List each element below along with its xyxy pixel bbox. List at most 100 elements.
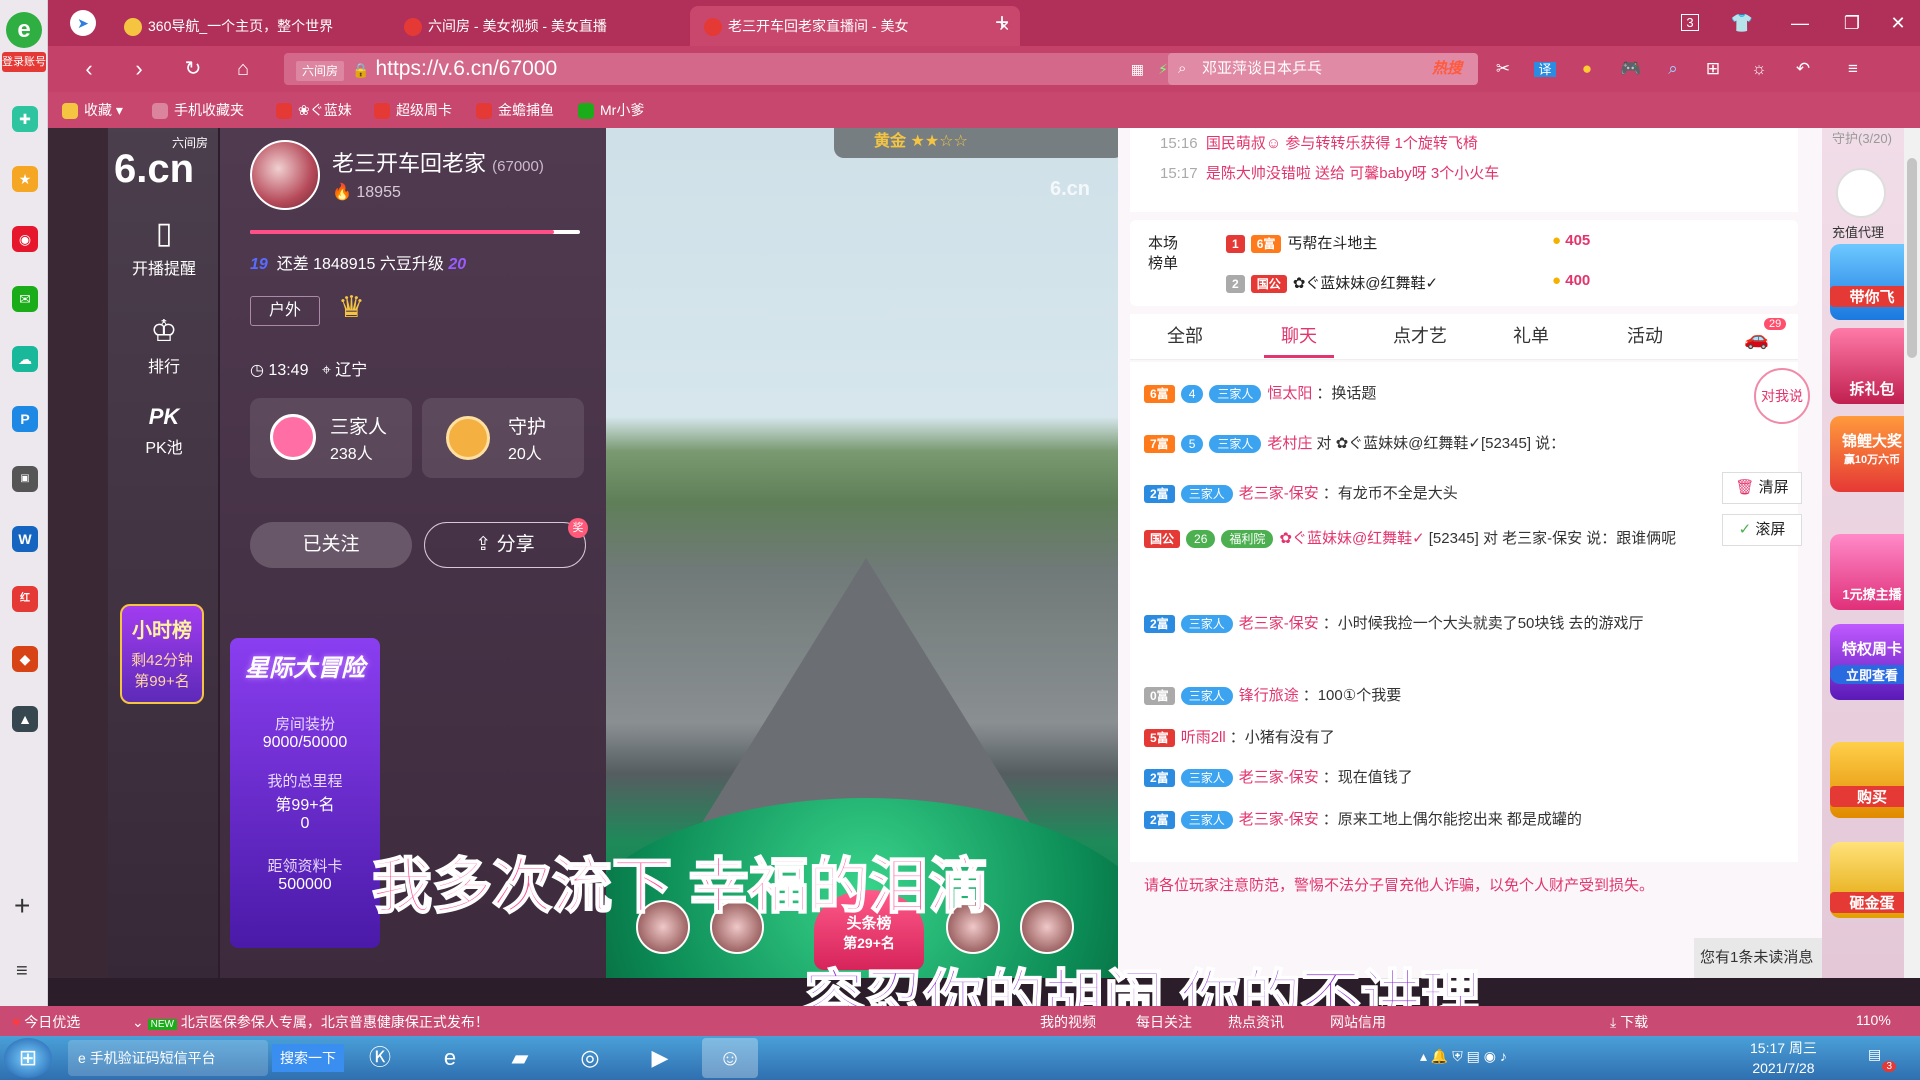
tab-360-nav[interactable]: 360导航_一个主页，整个世界 xyxy=(110,6,380,46)
status-my-video[interactable]: 我的视频 xyxy=(1040,1012,1096,1032)
gamepad-icon[interactable]: 🎮 xyxy=(1616,56,1646,82)
viewer-avatar[interactable] xyxy=(1020,900,1074,954)
favorites-star-icon[interactable]: ★ xyxy=(12,166,38,192)
new-tab-button[interactable]: + xyxy=(988,10,1016,36)
tray-icons[interactable]: ▴ 🔔 ⛨ ▤ ◉ ♪ xyxy=(1420,1048,1507,1065)
promo-koi[interactable]: 锦鲤大奖 赢10万六币 xyxy=(1830,416,1914,492)
status-daily-follow[interactable]: 每日关注 xyxy=(1136,1012,1192,1032)
category-tag[interactable]: 户外 xyxy=(250,296,320,326)
auto-scroll-button[interactable]: ✓ 滚屏 xyxy=(1722,514,1802,546)
add-app-icon[interactable]: + xyxy=(14,890,30,922)
minimize-button[interactable]: — xyxy=(1786,10,1814,36)
tab-6cn[interactable]: 六间房 - 美女视频 - 美女直播 xyxy=(390,6,676,46)
game-icon[interactable]: ◆ xyxy=(12,646,38,672)
bookmark-fishing[interactable]: 金蟾捕鱼 xyxy=(476,92,554,128)
anchor-avatar[interactable] xyxy=(250,140,320,210)
nav-live-reminder[interactable]: ▯ 开播提醒 xyxy=(108,216,220,279)
bookmark-lanmei[interactable]: ❀ぐ蓝妹 xyxy=(276,92,352,128)
chat-message[interactable]: 7富 5 三家人 老村庄对 ✿ぐ蓝妹妹@红舞鞋✓[52345] 说： xyxy=(1144,432,1565,454)
folder-icon[interactable]: ▰ xyxy=(492,1038,548,1078)
nav-pk-pool[interactable]: PK PK池 xyxy=(108,404,220,458)
status-hot-news[interactable]: 热点资讯 xyxy=(1228,1012,1284,1032)
translate-button[interactable]: 译 xyxy=(1534,62,1556,77)
nav-compass-icon[interactable]: ➤ xyxy=(70,10,96,36)
family-button[interactable]: 三家人 238人 xyxy=(250,398,412,478)
chat-message[interactable]: 2富 三家人 老三家-保安 ：小时候我捡一个大头就卖了50块钱 去的游戏厅 xyxy=(1144,612,1644,634)
close-window-button[interactable]: ✕ xyxy=(1884,10,1912,36)
vertical-scrollbar[interactable] xyxy=(1904,128,1920,978)
p-app-icon[interactable]: P xyxy=(12,406,38,432)
promo-golden-egg[interactable]: 砸金蛋 xyxy=(1830,842,1914,918)
news-ticker[interactable]: ⌄ NEW 北京医保参保人专属，北京普惠健康保正式发布！ xyxy=(132,1012,489,1032)
tab-live-room[interactable]: 老三开车回老家直播间 - 美女 ✕ xyxy=(690,6,1020,46)
chat-message[interactable]: 2富 三家人 老三家-保安 ：有龙币不全是大头 xyxy=(1144,482,1458,504)
site-logo[interactable]: 六间房 6.cn xyxy=(114,134,214,189)
clear-screen-button[interactable]: 🗑 清屏 xyxy=(1722,472,1802,504)
k-app-icon[interactable]: Ⓚ xyxy=(352,1038,408,1078)
back-button[interactable]: ‹ xyxy=(74,56,104,82)
skin-shirt-icon[interactable]: 👕 xyxy=(1728,10,1756,36)
followed-button[interactable]: 已关注 xyxy=(250,522,412,568)
home-button[interactable]: ⌂ xyxy=(228,56,258,82)
notification-icon[interactable]: ▤ 3 xyxy=(1868,1046,1896,1072)
chat-message[interactable]: 5富 听雨2ll ：小猪有没有了 xyxy=(1144,726,1335,748)
bookmark-mobile[interactable]: 手机收藏夹 xyxy=(152,92,244,128)
ie-browser-icon[interactable]: e xyxy=(422,1038,478,1078)
cloud-icon[interactable]: ☁ xyxy=(12,346,38,372)
tab-chat[interactable]: 聊天 xyxy=(1264,314,1334,358)
app-avatar-icon[interactable]: ☺ xyxy=(702,1038,758,1078)
video-player-icon[interactable]: ▶ xyxy=(632,1038,688,1078)
share-button[interactable]: ⇪ 分享 xyxy=(424,522,586,568)
unread-message-bar[interactable]: 您有1条未读消息 xyxy=(1694,938,1822,978)
login-button[interactable]: 登录账号 xyxy=(2,52,46,72)
promo-gift-pack[interactable]: 拆礼包 xyxy=(1830,328,1914,404)
medal-icon[interactable]: ♛ xyxy=(338,290,365,325)
brightness-icon[interactable]: ☼ xyxy=(1744,56,1774,82)
start-button[interactable]: ⊞ xyxy=(4,1038,52,1078)
guard-avatar[interactable] xyxy=(1836,168,1886,218)
magnifier-icon[interactable]: ⌕ xyxy=(1658,56,1688,82)
chat-message[interactable]: 6富 4 三家人 恒太阳 ：换话题 xyxy=(1144,382,1376,404)
chat-message[interactable]: 0富 三家人 锋行旅途 ：100①个我要 xyxy=(1144,684,1401,706)
taskbar-search-button[interactable]: 搜索一下 xyxy=(272,1044,344,1072)
tab-activity[interactable]: 活动 xyxy=(1610,314,1680,358)
game2-icon[interactable]: ▲ xyxy=(12,706,38,732)
zoom-level[interactable]: 110% xyxy=(1856,1012,1891,1028)
coin-icon[interactable]: ● xyxy=(1572,56,1602,82)
search-input[interactable]: ⌕ 邓亚萍谈日本乒乓 热搜 xyxy=(1168,53,1478,85)
tab-gift-list[interactable]: 礼单 xyxy=(1496,314,1566,358)
promo-buy[interactable]: 购买 xyxy=(1830,742,1914,818)
qr-icon[interactable]: ▦ xyxy=(1131,53,1144,85)
apps-grid-icon[interactable]: ⊞ xyxy=(1698,56,1728,82)
undo-icon[interactable]: ↶ xyxy=(1788,56,1818,82)
bookmark-favorites[interactable]: 收藏 ▾ xyxy=(62,92,123,128)
forward-button[interactable]: › xyxy=(124,56,154,82)
speed-icon[interactable]: ⚡ xyxy=(1158,53,1168,85)
restore-button[interactable]: ❐ xyxy=(1838,10,1866,36)
clock[interactable]: 15:17 周三 2021/7/28 xyxy=(1750,1038,1817,1078)
hot-search-label[interactable]: 热搜 xyxy=(1432,53,1462,85)
status-site-credit[interactable]: 网站信用 xyxy=(1330,1012,1386,1032)
tab-count-badge[interactable]: 3 xyxy=(1681,14,1699,31)
chat-message[interactable]: 国公 26 福利院 ✿ぐ蓝妹妹@红舞鞋✓ [52345] 对 老三家-保安 说：跟谁俩呢 xyxy=(1144,522,1704,556)
guard-button[interactable]: 守护 20人 xyxy=(422,398,584,478)
menu-list-icon[interactable]: ≡ xyxy=(16,960,28,983)
red-app-icon[interactable]: 红 xyxy=(12,586,38,612)
sidebar-app-icon[interactable]: ✚ xyxy=(12,106,38,132)
gold-rank-badge[interactable]: 黄金 ★★☆☆ xyxy=(834,128,1118,158)
chat-message[interactable]: 2富 三家人 老三家-保安 ：原来工地上偶尔能挖出来 都是成罐的 xyxy=(1144,808,1582,830)
tab-talent[interactable]: 点才艺 xyxy=(1380,314,1460,358)
tab-all[interactable]: 全部 xyxy=(1150,314,1220,358)
rank-row[interactable]: 2 国公 ✿ぐ蓝妹妹@红舞鞋✓ xyxy=(1226,272,1438,294)
rank-row[interactable]: 1 6富 丐帮在斗地主 xyxy=(1226,232,1377,254)
scissors-icon[interactable]: ✂ xyxy=(1488,56,1518,82)
taskbar-browser-window[interactable]: e 手机验证码短信平台 xyxy=(68,1040,268,1076)
word-icon[interactable]: W xyxy=(12,526,38,552)
game-app-icon[interactable]: ▣ xyxy=(12,466,38,492)
mail-icon[interactable]: ✉ xyxy=(12,286,38,312)
menu-icon[interactable]: ≡ xyxy=(1838,56,1868,82)
promo-fly[interactable]: 带你飞 xyxy=(1830,244,1914,320)
nav-ranking[interactable]: ♔ 排行 xyxy=(108,314,220,377)
space-adventure-widget[interactable]: 星际大冒险 房间装扮 9000/50000 我的总里程 第99+名 0 距领资料… xyxy=(230,638,380,948)
promo-one-yuan[interactable]: 1元撩主播 xyxy=(1830,534,1914,610)
